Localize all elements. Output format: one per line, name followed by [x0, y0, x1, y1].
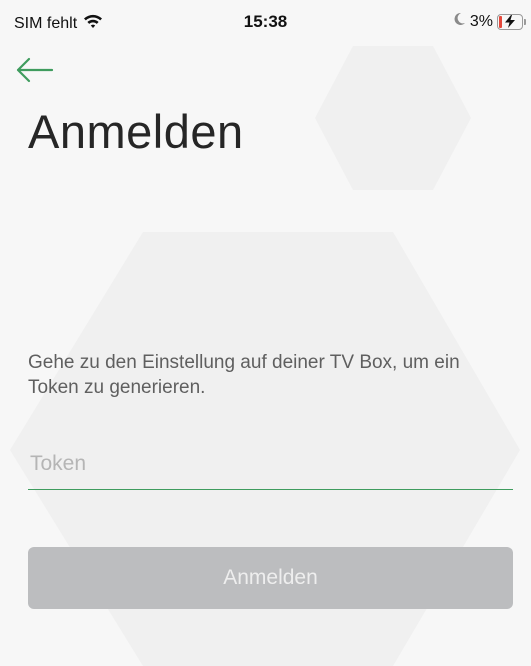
token-input[interactable] [28, 438, 513, 490]
instruction-text: Gehe zu den Einstellung auf deiner TV Bo… [28, 352, 460, 398]
hexagon-small-shape [315, 46, 471, 190]
page-title: Anmelden [28, 105, 244, 158]
status-bar: SIM fehlt 15:38 3% [0, 0, 531, 46]
battery-percent: 3% [469, 12, 493, 30]
login-button[interactable]: Anmelden [28, 547, 513, 609]
status-time: 15:38 [243, 12, 288, 31]
login-screen: SIM fehlt 15:38 3% Anmelden Gehe zu den … [0, 0, 531, 666]
arrow-left-icon [16, 57, 54, 83]
status-right: 3% [453, 12, 526, 31]
back-button[interactable] [12, 54, 56, 86]
moon-icon [453, 12, 466, 31]
battery-charging-icon [497, 13, 526, 30]
